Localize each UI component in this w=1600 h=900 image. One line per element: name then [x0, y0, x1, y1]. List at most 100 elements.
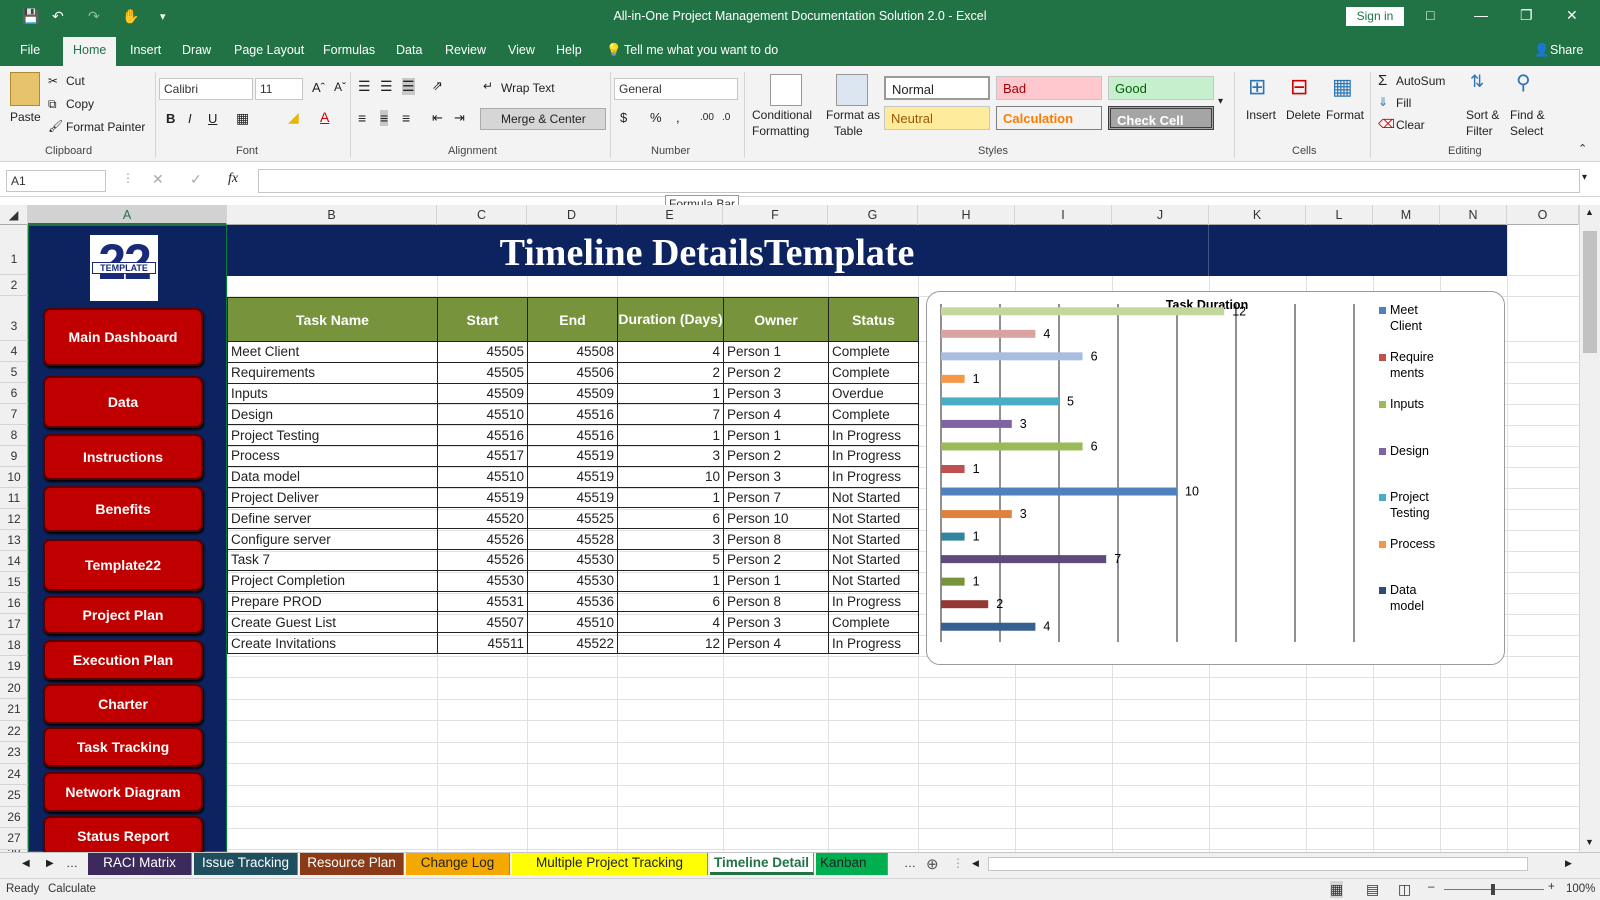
- column-header-j[interactable]: J: [1112, 205, 1209, 225]
- row-header[interactable]: 6: [0, 383, 28, 404]
- cell-owner[interactable]: Person 2: [723, 361, 829, 384]
- header-owner[interactable]: Owner: [723, 297, 829, 342]
- styles-more-icon[interactable]: ▾: [1218, 96, 1223, 107]
- cell-duration[interactable]: 4: [617, 611, 724, 634]
- cell-owner[interactable]: Person 2: [723, 548, 829, 571]
- sheet-tab-timeline-detail[interactable]: Timeline Detail: [710, 853, 814, 875]
- column-header-f[interactable]: F: [723, 205, 828, 225]
- expand-formula-icon[interactable]: ▾: [1582, 172, 1587, 183]
- row-header[interactable]: 14: [0, 551, 28, 572]
- cell-duration[interactable]: 3: [617, 444, 724, 467]
- header-task-name[interactable]: Task Name: [227, 297, 438, 342]
- cell-end[interactable]: 45522: [527, 632, 618, 654]
- more-sheets-left-icon[interactable]: …: [66, 856, 78, 870]
- cell-status[interactable]: Not Started: [828, 569, 919, 592]
- column-header-c[interactable]: C: [437, 205, 527, 225]
- horizontal-scrollbar[interactable]: [988, 857, 1528, 871]
- cell-status[interactable]: Not Started: [828, 548, 919, 571]
- cell-status[interactable]: Complete: [828, 611, 919, 634]
- nav-template22[interactable]: Template22: [43, 539, 203, 591]
- cell-owner[interactable]: Person 4: [723, 403, 829, 426]
- delete-cells-button[interactable]: Delete: [1286, 108, 1321, 122]
- cell-task[interactable]: Design: [227, 403, 438, 426]
- row-header[interactable]: 16: [0, 593, 28, 614]
- cell-status[interactable]: Not Started: [828, 486, 919, 509]
- cell-start[interactable]: 45517: [437, 444, 528, 467]
- row-header[interactable]: 2: [0, 275, 28, 296]
- cell-status[interactable]: Not Started: [828, 507, 919, 530]
- zoom-slider-thumb[interactable]: [1491, 884, 1495, 895]
- decrease-indent-icon[interactable]: ⇤: [432, 110, 443, 126]
- align-top-icon[interactable]: ☰: [358, 78, 371, 95]
- cell-end[interactable]: 45510: [527, 611, 618, 634]
- ribbon-display-icon[interactable]: □: [1426, 7, 1434, 23]
- format-painter-button[interactable]: Format Painter: [66, 120, 145, 134]
- increase-decimal-icon[interactable]: .00: [700, 112, 714, 123]
- column-header-a[interactable]: A: [28, 205, 227, 225]
- tab-page-layout[interactable]: Page Layout: [234, 43, 304, 57]
- cell-end[interactable]: 45519: [527, 486, 618, 509]
- cell-duration[interactable]: 1: [617, 424, 724, 446]
- cell-status[interactable]: In Progress: [828, 590, 919, 613]
- tell-me-box[interactable]: Tell me what you want to do: [624, 43, 778, 57]
- row-header[interactable]: 4: [0, 341, 28, 362]
- row-header[interactable]: 25: [0, 785, 28, 807]
- tab-draw[interactable]: Draw: [182, 43, 211, 57]
- cell-duration[interactable]: 5: [617, 548, 724, 571]
- cell-start[interactable]: 45509: [437, 382, 528, 405]
- format-as-table-button[interactable]: Format as: [826, 108, 880, 122]
- cell-status[interactable]: Not Started: [828, 528, 919, 550]
- cell-status[interactable]: In Progress: [828, 465, 919, 488]
- row-header[interactable]: 19: [0, 656, 28, 678]
- column-header-h[interactable]: H: [918, 205, 1015, 225]
- cell-owner[interactable]: Person 2: [723, 444, 829, 467]
- row-header[interactable]: 23: [0, 742, 28, 764]
- select-all-corner[interactable]: ◢: [0, 205, 28, 225]
- cancel-icon[interactable]: ✕: [152, 171, 164, 188]
- cell-status[interactable]: Complete: [828, 341, 919, 363]
- cell-start[interactable]: 45510: [437, 403, 528, 426]
- cell-task[interactable]: Define server: [227, 507, 438, 530]
- row-header[interactable]: 21: [0, 699, 28, 721]
- tab-data[interactable]: Data: [396, 43, 422, 57]
- nav-charter[interactable]: Charter: [43, 684, 203, 724]
- cell-start[interactable]: 45531: [437, 590, 528, 613]
- cell-start[interactable]: 45510: [437, 465, 528, 488]
- cell-start[interactable]: 45526: [437, 548, 528, 571]
- nav-benefits[interactable]: Benefits: [43, 486, 203, 532]
- zoom-out-icon[interactable]: –: [1428, 881, 1434, 893]
- task-duration-chart[interactable]: Task Duration 12 4 6 1 5 3 6 1 10 3 1 7 1 2 4 Meet Client…: [926, 291, 1505, 665]
- font-name-box[interactable]: Calibri: [159, 78, 253, 100]
- collapse-ribbon-icon[interactable]: ⌃: [1578, 142, 1587, 155]
- cell-owner[interactable]: Person 8: [723, 590, 829, 613]
- conditional-formatting-button[interactable]: Conditional: [752, 108, 812, 122]
- cell-task[interactable]: Project Testing: [227, 424, 438, 446]
- header-duration[interactable]: Duration (Days): [617, 297, 724, 342]
- cell-duration[interactable]: 7: [617, 403, 724, 426]
- cell-end[interactable]: 45516: [527, 424, 618, 446]
- cell-status[interactable]: Complete: [828, 361, 919, 384]
- style-normal[interactable]: Normal: [884, 76, 990, 100]
- row-header[interactable]: 18: [0, 635, 28, 656]
- cell-owner[interactable]: Person 1: [723, 569, 829, 592]
- style-check-cell[interactable]: Check Cell: [1108, 106, 1214, 130]
- cell-end[interactable]: 45519: [527, 465, 618, 488]
- style-neutral[interactable]: Neutral: [884, 106, 990, 130]
- nav-execution-plan[interactable]: Execution Plan: [43, 640, 203, 680]
- cell-start[interactable]: 45519: [437, 486, 528, 509]
- row-header[interactable]: 17: [0, 614, 28, 635]
- italic-icon[interactable]: I: [188, 111, 192, 126]
- cell-duration[interactable]: 10: [617, 465, 724, 488]
- tab-view[interactable]: View: [508, 43, 535, 57]
- tab-review[interactable]: Review: [445, 43, 486, 57]
- row-header[interactable]: 8: [0, 425, 28, 446]
- cell-start[interactable]: 45507: [437, 611, 528, 634]
- header-start[interactable]: Start: [437, 297, 528, 342]
- cell-owner[interactable]: Person 1: [723, 341, 829, 363]
- cell-start[interactable]: 45505: [437, 361, 528, 384]
- column-header-l[interactable]: L: [1306, 205, 1373, 225]
- grow-font-icon[interactable]: Aˆ: [312, 80, 325, 95]
- page-break-view-icon[interactable]: ◫: [1398, 881, 1411, 898]
- paste-icon[interactable]: [10, 72, 40, 106]
- cell-duration[interactable]: 6: [617, 590, 724, 613]
